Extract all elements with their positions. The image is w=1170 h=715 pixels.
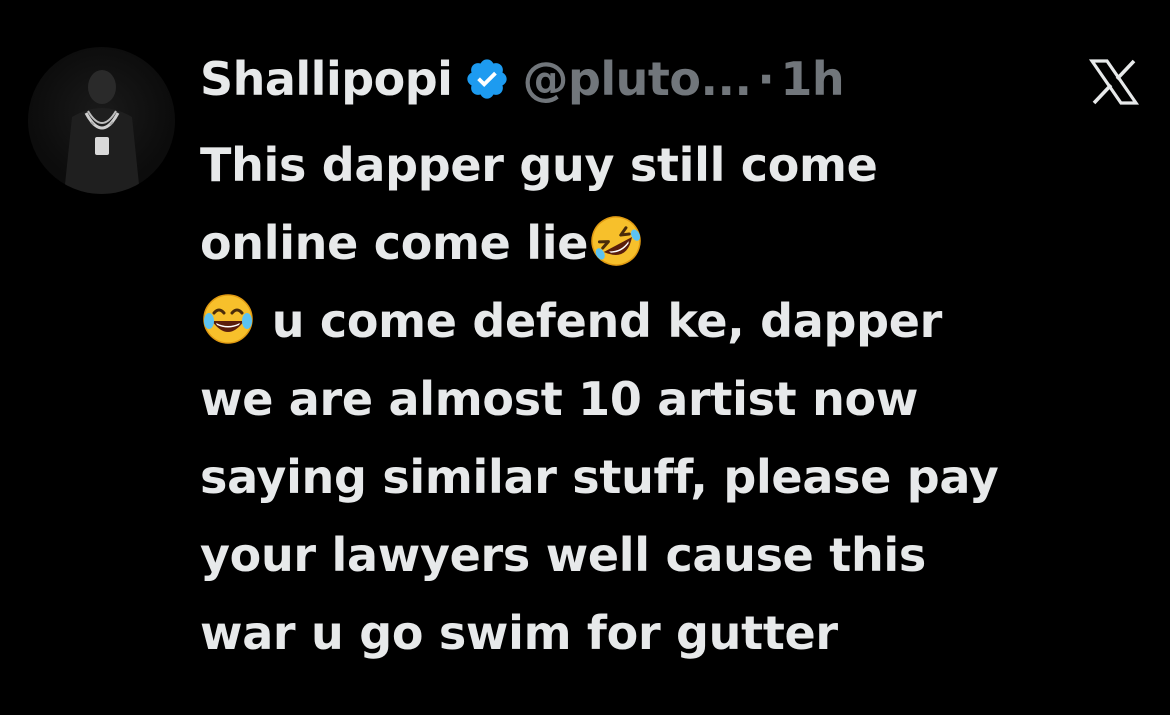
tweet-line-7: war u go swim for gutter [200, 606, 838, 660]
tweet-line-3-text: u come defend ke, dapper [256, 294, 943, 348]
x-logo-icon[interactable] [1088, 58, 1140, 106]
tweet-line-4: we are almost 10 artist now [200, 372, 919, 426]
tweet-line-5: saying similar stuff, please pay [200, 450, 999, 504]
tears-of-joy-emoji-icon [200, 291, 256, 347]
tweet-header: Shallipopi @pluto... · 1h [200, 44, 845, 114]
author-handle[interactable]: @pluto... [522, 52, 751, 106]
avatar[interactable] [28, 47, 175, 194]
tweet-line-2: online come lie [200, 204, 1150, 282]
rolling-on-floor-laughing-emoji-icon [588, 213, 644, 269]
tweet-line-2-text: online come lie [200, 216, 589, 270]
tweet-line-6: your lawyers well cause this [200, 528, 926, 582]
tweet-line-1: This dapper guy still come [200, 138, 878, 192]
header-separator: · [757, 52, 775, 106]
verified-badge-icon [464, 56, 510, 102]
tweet-card[interactable]: Shallipopi @pluto... · 1h This dapper gu… [0, 0, 1170, 715]
avatar-photo [64, 70, 140, 194]
author-name[interactable]: Shallipopi [200, 52, 453, 106]
tweet-timestamp[interactable]: 1h [780, 52, 844, 106]
tweet-line-3: u come defend ke, dapper [200, 282, 1150, 360]
tweet-text: This dapper guy still come online come l… [200, 126, 1150, 672]
